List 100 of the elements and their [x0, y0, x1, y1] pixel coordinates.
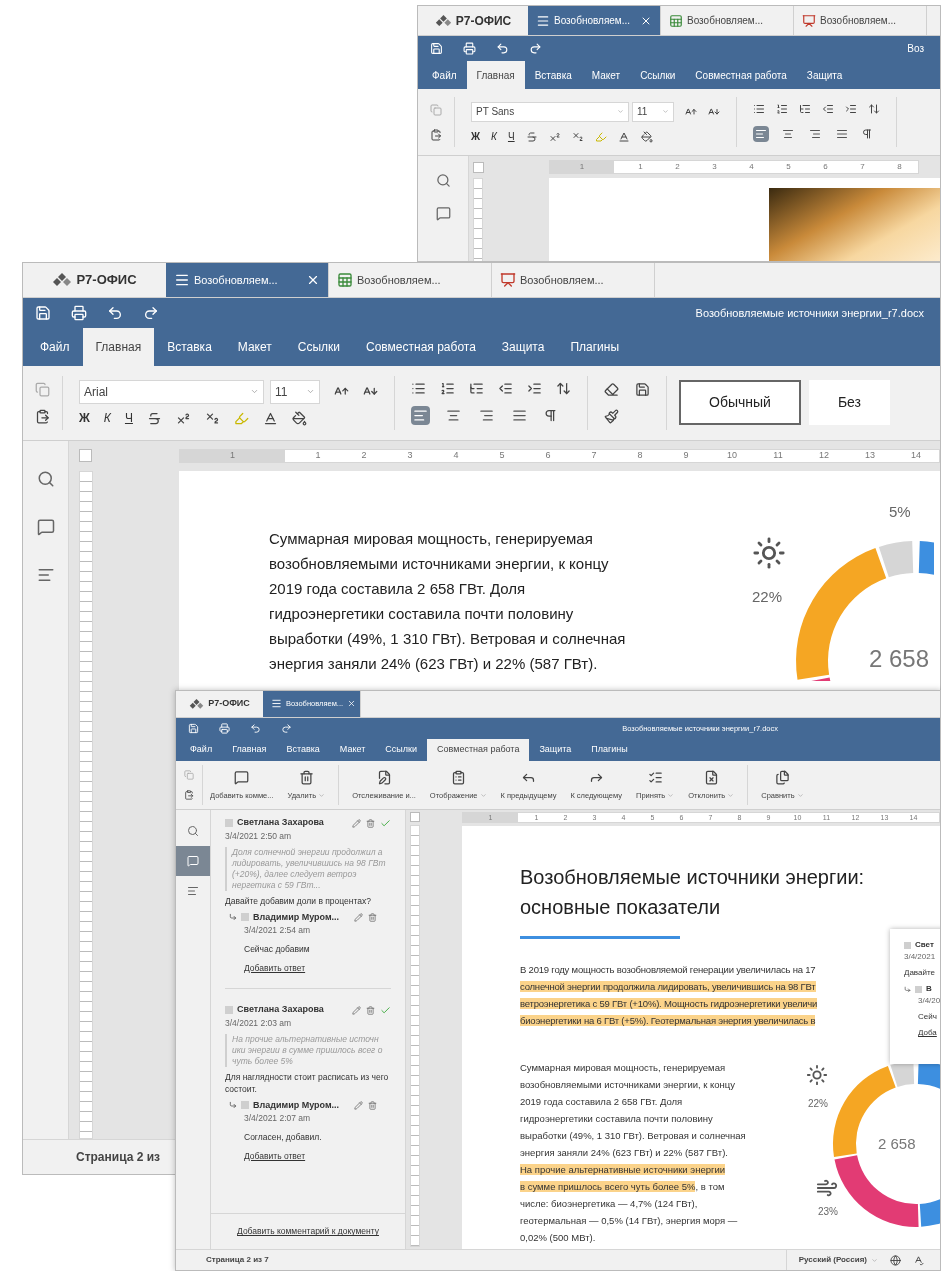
menu-tab[interactable]: Защита: [488, 327, 558, 366]
font-field[interactable]: PT Sans: [471, 101, 629, 122]
document-tab[interactable]: Возобновляем...: [166, 263, 329, 297]
paste-icon[interactable]: [35, 408, 50, 424]
paste-icon[interactable]: [184, 790, 194, 801]
save-icon[interactable]: [188, 722, 199, 734]
redo-icon[interactable]: [143, 304, 159, 321]
superscript-icon[interactable]: [548, 130, 561, 143]
menu-tab[interactable]: Плагины: [581, 739, 638, 761]
numbered-list-icon[interactable]: [440, 380, 455, 396]
bullet-list-icon[interactable]: [753, 102, 765, 115]
italic-button[interactable]: К: [103, 412, 111, 425]
trash-icon[interactable]: [366, 1005, 375, 1015]
menu-tab[interactable]: Главная: [82, 327, 155, 366]
eraser-icon[interactable]: [604, 381, 619, 397]
multilevel-list-icon[interactable]: [469, 380, 484, 396]
bold-button[interactable]: Ж: [471, 131, 481, 142]
font-size-field[interactable]: 11: [632, 101, 674, 122]
redo-icon[interactable]: [529, 42, 542, 55]
superscript-icon[interactable]: [175, 410, 191, 426]
ruler-number: 4: [749, 161, 754, 173]
print-icon[interactable]: [219, 722, 230, 734]
menu-tab[interactable]: Ссылки: [630, 61, 686, 89]
menu-tab[interactable]: Макет: [581, 61, 631, 89]
save-icon[interactable]: [430, 42, 443, 55]
font-color-icon[interactable]: [617, 130, 630, 143]
line-spacing-icon[interactable]: [868, 102, 880, 115]
language-selector[interactable]: Русский (Россия): [785, 1250, 878, 1270]
menu-tab[interactable]: Совместная работа: [685, 61, 797, 89]
menu-tab[interactable]: Макет: [329, 739, 376, 761]
increase-indent-icon[interactable]: [527, 380, 542, 396]
alignment-button[interactable]: [411, 405, 430, 425]
font-size-field[interactable]: 11: [270, 379, 320, 404]
numbered-list-icon[interactable]: [776, 102, 788, 115]
menu-tab[interactable]: Ссылки: [284, 327, 354, 366]
menu-tab[interactable]: Плагины: [557, 327, 633, 366]
ruler-number: 5: [786, 161, 791, 173]
underline-button[interactable]: Ч: [124, 412, 133, 425]
globe-icon[interactable]: [890, 1254, 901, 1266]
style-save-icon[interactable]: [635, 381, 650, 397]
save-icon[interactable]: [35, 304, 51, 321]
add-reply-link[interactable]: Добавить ответ: [244, 1149, 306, 1163]
menu-tab[interactable]: Совместная работа: [353, 327, 489, 366]
strikethrough-icon[interactable]: [525, 130, 538, 143]
undo-icon[interactable]: [250, 722, 261, 734]
paste-icon[interactable]: [430, 128, 442, 141]
menu-tab[interactable]: Защита: [529, 739, 582, 761]
fill-color-icon[interactable]: [291, 410, 307, 426]
menu-tab[interactable]: Защита: [796, 61, 853, 89]
add-document-comment-link[interactable]: Добавить комментарий к документу: [237, 1225, 379, 1239]
copy-style-icon[interactable]: [604, 408, 619, 424]
add-reply-link[interactable]: Добавить ответ: [244, 961, 306, 975]
underline-button[interactable]: Ч: [507, 131, 515, 142]
pilcrow-icon[interactable]: [861, 127, 873, 140]
sidebar-button[interactable]: [176, 846, 210, 877]
style-preset[interactable]: Обычный: [679, 380, 801, 426]
decrease-indent-icon[interactable]: [498, 380, 513, 396]
multilevel-list-icon[interactable]: [799, 102, 811, 115]
menu-tab[interactable]: Макет: [224, 327, 285, 366]
decrease-indent-icon[interactable]: [822, 102, 834, 115]
menu-tab[interactable]: Файл: [27, 327, 83, 366]
font-color-icon[interactable]: [262, 410, 278, 426]
line-spacing-icon[interactable]: [556, 380, 571, 396]
subscript-icon[interactable]: [571, 130, 584, 143]
fill-color-icon[interactable]: [640, 130, 653, 143]
strikethrough-icon[interactable]: [146, 410, 162, 426]
menu-tab[interactable]: Вставка: [154, 327, 225, 366]
document-tab[interactable]: Возобновляем...: [528, 6, 661, 35]
print-icon[interactable]: [71, 304, 87, 321]
trash-icon[interactable]: [368, 912, 377, 922]
undo-icon[interactable]: [496, 42, 509, 55]
trash-icon[interactable]: [368, 1100, 377, 1110]
menu-tab[interactable]: Главная: [222, 739, 277, 761]
bullet-list-icon[interactable]: [411, 380, 426, 396]
menu-tab[interactable]: Файл: [422, 61, 467, 89]
undo-icon[interactable]: [107, 304, 123, 321]
menu-tab[interactable]: Главная: [466, 61, 525, 89]
check-icon[interactable]: [380, 1004, 391, 1016]
print-icon[interactable]: [463, 42, 476, 55]
bold-button[interactable]: Ж: [79, 412, 90, 425]
check-icon[interactable]: [380, 817, 391, 829]
redo-icon[interactable]: [281, 722, 292, 734]
increase-indent-icon[interactable]: [845, 102, 857, 115]
italic-button[interactable]: К: [491, 131, 497, 142]
spellcheck-icon[interactable]: [913, 1254, 924, 1266]
pilcrow-icon[interactable]: [543, 407, 558, 423]
menu-tab[interactable]: Вставка: [276, 739, 330, 761]
close-icon[interactable]: [347, 699, 357, 709]
font-field[interactable]: Arial: [79, 379, 264, 404]
trash-icon[interactable]: [366, 818, 375, 828]
menu-tab[interactable]: Совместная работа: [427, 739, 530, 761]
menu-tab[interactable]: Файл: [180, 739, 223, 761]
menu-tab[interactable]: Вставка: [524, 61, 582, 89]
add-reply-link[interactable]: Доба: [904, 1027, 940, 1040]
decrease-font-icon[interactable]: [708, 105, 720, 118]
menu-tab[interactable]: Ссылки: [375, 739, 428, 761]
alignment-button[interactable]: [753, 125, 769, 142]
increase-font-icon[interactable]: [685, 105, 697, 118]
style-preset[interactable]: Без: [808, 380, 890, 426]
subscript-icon[interactable]: [204, 410, 220, 426]
